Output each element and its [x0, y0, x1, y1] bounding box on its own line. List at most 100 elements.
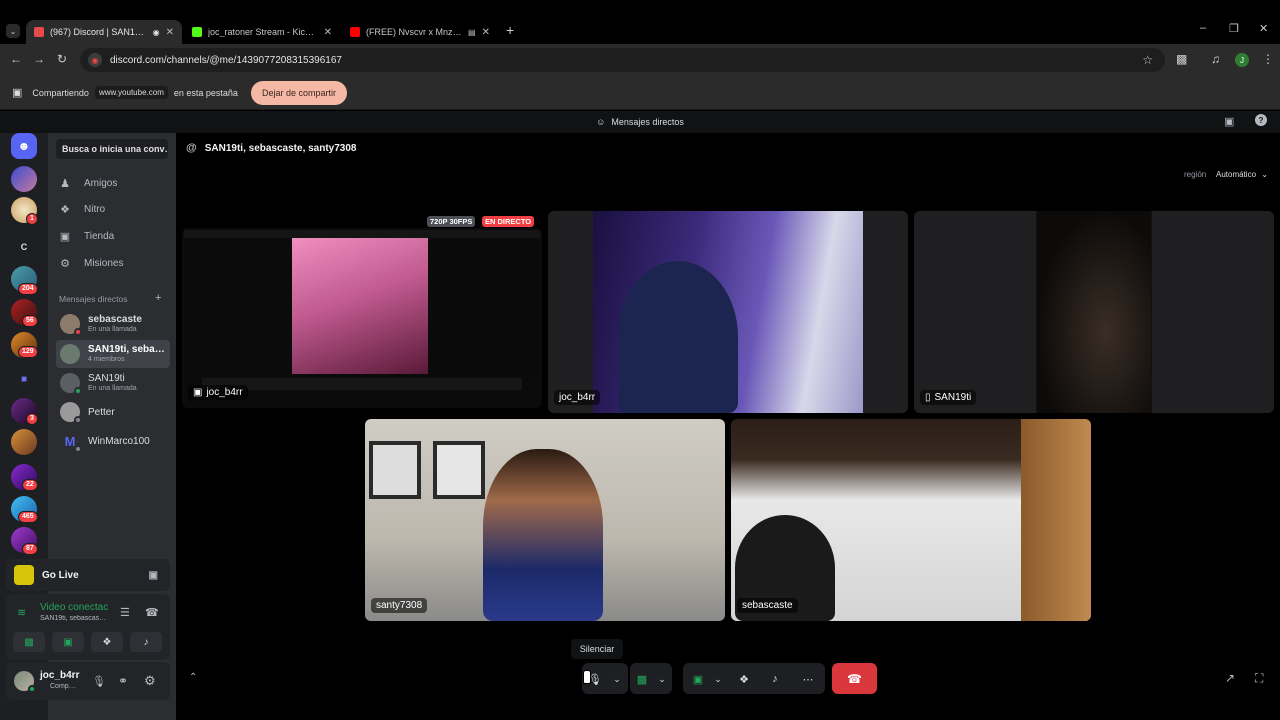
- camera-person: [483, 449, 603, 621]
- server-icon[interactable]: [11, 429, 37, 455]
- back-icon[interactable]: ←: [10, 52, 22, 66]
- profile-avatar[interactable]: J: [1235, 53, 1249, 67]
- video-tile[interactable]: joc_b4rr: [548, 211, 908, 413]
- tab-title: (FREE) Nvscvr x Mnzr "Ni te": [366, 27, 464, 37]
- connection-signal-icon[interactable]: ≋: [17, 606, 26, 619]
- stream-tile[interactable]: ▣ joc_b4rr: [182, 228, 542, 408]
- more-dots-icon: ⋯: [802, 673, 814, 686]
- tab-search-button[interactable]: ⌄: [6, 24, 20, 38]
- video-tile[interactable]: ▯ SAN19ti: [914, 211, 1274, 413]
- chevron-up-icon[interactable]: ⌃: [189, 672, 197, 683]
- minimize-icon[interactable]: –: [1200, 22, 1206, 34]
- mic-options-button[interactable]: ⌄: [608, 670, 626, 688]
- dm-icon: ☺: [596, 117, 606, 127]
- discord-title-bar: ☺ Mensajes directos ▣ ?: [0, 111, 1280, 133]
- headphones-icon[interactable]: ⚭: [118, 674, 128, 688]
- noise-suppression-icon[interactable]: ☰: [120, 606, 130, 619]
- nitro-icon: ❖: [60, 203, 70, 216]
- tab-sharing-bar: ▣ Compartiendo www.youtube.com en esta p…: [0, 76, 1280, 110]
- shop-icon: ▣: [59, 230, 71, 243]
- new-tab-button[interactable]: +: [506, 22, 514, 38]
- mouse-cursor: [583, 670, 591, 684]
- server-folder[interactable]: ■: [11, 366, 37, 392]
- voice-status[interactable]: Video conectac: [40, 602, 112, 613]
- nav-label: Tienda: [84, 230, 115, 242]
- region-select[interactable]: Automático ⌄: [1216, 170, 1268, 179]
- address-bar[interactable]: ◉ discord.com/channels/@me/1439077208315…: [80, 48, 1165, 72]
- dm-item-petter[interactable]: Petter: [56, 398, 170, 426]
- video-tile[interactable]: sebascaste: [731, 419, 1091, 621]
- chevron-down-icon: ⌄: [714, 673, 722, 684]
- stop-sharing-button[interactable]: Dejar de compartir: [251, 81, 347, 105]
- close-tab-icon[interactable]: ✕: [324, 27, 332, 38]
- close-window-icon[interactable]: ✕: [1259, 22, 1268, 35]
- more-options-button[interactable]: ⋯: [799, 670, 817, 688]
- activities-button[interactable]: ❖: [735, 670, 753, 688]
- user-avatar[interactable]: [14, 671, 36, 693]
- chevron-down-icon: ⌄: [658, 673, 666, 684]
- dm-section-header: Mensajes directos: [59, 294, 128, 304]
- go-live-screen-icon[interactable]: ▣: [149, 570, 158, 581]
- screen-share-button[interactable]: ▣: [689, 670, 707, 688]
- nav-quests[interactable]: ⚙ Misiones: [58, 252, 168, 274]
- disconnect-button[interactable]: ☎: [832, 663, 877, 694]
- discord-home-button[interactable]: ☻: [11, 133, 37, 159]
- nav-label: Misiones: [84, 257, 124, 269]
- notification-badge: 129: [18, 346, 38, 358]
- microphone-icon[interactable]: 🎙: [92, 675, 106, 688]
- soundboard-button[interactable]: ♪: [766, 670, 784, 688]
- nav-shop[interactable]: ▣ Tienda: [58, 225, 168, 247]
- participant-name: SAN19ti: [934, 392, 972, 403]
- browser-tab-kick[interactable]: joc_ratoner Stream - Kick Dashboard ✕: [184, 20, 340, 44]
- site-info-icon[interactable]: ◉: [88, 53, 102, 67]
- disconnect-icon[interactable]: ☎: [145, 606, 159, 619]
- dm-subtext: En una llamada: [88, 385, 137, 392]
- camera-button[interactable]: ▩: [633, 670, 651, 688]
- activities-icon: ❖: [739, 673, 749, 686]
- username: joc_b4rr: [40, 670, 80, 681]
- bookmark-star-icon[interactable]: ☆: [1142, 53, 1153, 67]
- browser-tab-youtube[interactable]: (FREE) Nvscvr x Mnzr "Ni te" ▤ ✕: [342, 20, 498, 44]
- screen-share-options-button[interactable]: ⌄: [709, 670, 727, 688]
- camera-options-button[interactable]: ⌄: [653, 670, 671, 688]
- close-tab-icon[interactable]: ✕: [166, 27, 174, 38]
- dm-item-winmarco100[interactable]: M WinMarco100: [56, 427, 170, 455]
- settings-gear-icon[interactable]: ⚙: [144, 673, 156, 689]
- forward-icon[interactable]: →: [33, 52, 45, 66]
- video-tile[interactable]: santy7308: [365, 419, 725, 621]
- activities-button[interactable]: ❖: [91, 632, 123, 652]
- soundboard-icon: ♪: [143, 636, 149, 648]
- restore-icon[interactable]: ❐: [1229, 22, 1239, 35]
- reload-icon[interactable]: ↻: [57, 52, 67, 66]
- go-live-panel[interactable]: Go Live ▣: [6, 559, 170, 591]
- browser-tab-discord[interactable]: (967) Discord | SAN19ti, sebascaste, san…: [26, 20, 182, 44]
- server-icon[interactable]: C: [11, 234, 37, 260]
- nav-friends[interactable]: ♟ Amigos: [58, 172, 168, 194]
- dm-search-button[interactable]: Busca o inicia una conv…: [56, 139, 168, 159]
- media-controls-icon[interactable]: ♫: [1211, 52, 1220, 66]
- inbox-icon[interactable]: ▣: [1224, 115, 1234, 128]
- user-status: Comp…: [50, 683, 76, 690]
- dm-item-sebascaste[interactable]: sebascaste En una llamada: [56, 310, 170, 338]
- soundboard-icon: ♪: [772, 673, 778, 685]
- tab-title: joc_ratoner Stream - Kick Dashboard: [208, 27, 318, 37]
- go-live-label: Go Live: [42, 569, 79, 581]
- nav-nitro[interactable]: ❖ Nitro: [58, 198, 168, 220]
- help-icon[interactable]: ?: [1255, 114, 1267, 126]
- soundboard-button[interactable]: ♪: [130, 632, 162, 652]
- extensions-icon[interactable]: ▩: [1176, 52, 1187, 66]
- server-icon[interactable]: [11, 166, 37, 192]
- nav-label: Amigos: [84, 177, 118, 189]
- create-dm-button[interactable]: +: [155, 292, 161, 304]
- dm-item-group[interactable]: SAN19ti, seba… 4 miembros: [56, 340, 170, 368]
- browser-menu-icon[interactable]: ⋮: [1262, 52, 1274, 66]
- camera-button[interactable]: ▩: [13, 632, 45, 652]
- tile-label: santy7308: [371, 598, 428, 613]
- status-dot: [74, 416, 82, 424]
- screen-share-button[interactable]: ▣: [52, 632, 84, 652]
- close-tab-icon[interactable]: ✕: [482, 27, 490, 38]
- fullscreen-icon[interactable]: ⛶: [1255, 671, 1263, 686]
- notification-badge: 56: [22, 315, 38, 327]
- pop-out-icon[interactable]: ↗: [1225, 671, 1235, 685]
- dm-item-san19ti[interactable]: SAN19ti En una llamada: [56, 369, 170, 397]
